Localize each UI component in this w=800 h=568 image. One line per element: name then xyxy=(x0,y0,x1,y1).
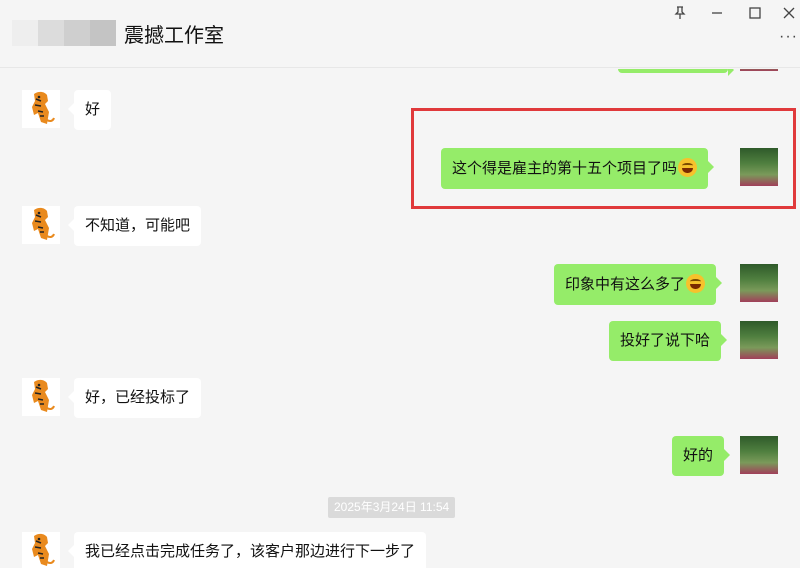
minimize-icon[interactable] xyxy=(706,2,728,24)
my-avatar[interactable] xyxy=(740,321,778,359)
my-avatar[interactable] xyxy=(740,436,778,474)
message-bubble[interactable]: 好的 xyxy=(672,436,731,476)
message-list[interactable]: 好 这个得是雇主的第十五个项目了吗 不知道，可能吧 印象中有这么多了 投好了说下… xyxy=(0,69,800,568)
my-avatar[interactable] xyxy=(740,148,778,186)
tiger-icon xyxy=(32,379,55,412)
contact-avatar[interactable] xyxy=(22,206,60,244)
close-icon[interactable] xyxy=(778,2,800,24)
more-icon[interactable]: ··· xyxy=(779,28,798,46)
message-bubble[interactable]: 印象中有这么多了 xyxy=(554,264,723,305)
message-bubble[interactable]: 这个得是雇主的第十五个项目了吗 xyxy=(441,148,715,189)
grinning-emoji-icon xyxy=(686,274,706,293)
message-bubble[interactable]: 好 xyxy=(67,90,112,130)
message-bubble-partial xyxy=(618,69,734,76)
contact-avatar[interactable] xyxy=(22,378,60,416)
blurred-contact-avatar xyxy=(12,20,116,46)
contact-avatar[interactable] xyxy=(22,90,60,128)
message-bubble[interactable]: 不知道，可能吧 xyxy=(67,206,202,246)
timestamp-label: 2025年3月24日 11:54 xyxy=(328,497,456,518)
my-avatar[interactable] xyxy=(740,69,778,71)
laughing-emoji-icon xyxy=(678,158,698,177)
message-text: 印象中有这么多了 xyxy=(565,276,686,293)
contact-avatar[interactable] xyxy=(22,532,60,568)
chat-header: 震撼工作室 ··· xyxy=(0,0,800,68)
my-avatar[interactable] xyxy=(740,264,778,302)
tiger-icon xyxy=(32,91,55,124)
message-bubble[interactable]: 好，已经投标了 xyxy=(67,378,202,418)
tiger-icon xyxy=(32,533,55,566)
message-bubble[interactable]: 我已经点击完成任务了，该客户那边进行下一步了 xyxy=(67,532,427,568)
maximize-icon[interactable] xyxy=(744,2,766,24)
tiger-icon xyxy=(32,207,55,240)
message-bubble[interactable]: 投好了说下哈 xyxy=(609,321,728,361)
chat-title: 震撼工作室 xyxy=(124,25,224,47)
message-text: 这个得是雇主的第十五个项目了吗 xyxy=(452,160,678,177)
pin-icon[interactable] xyxy=(669,2,691,24)
